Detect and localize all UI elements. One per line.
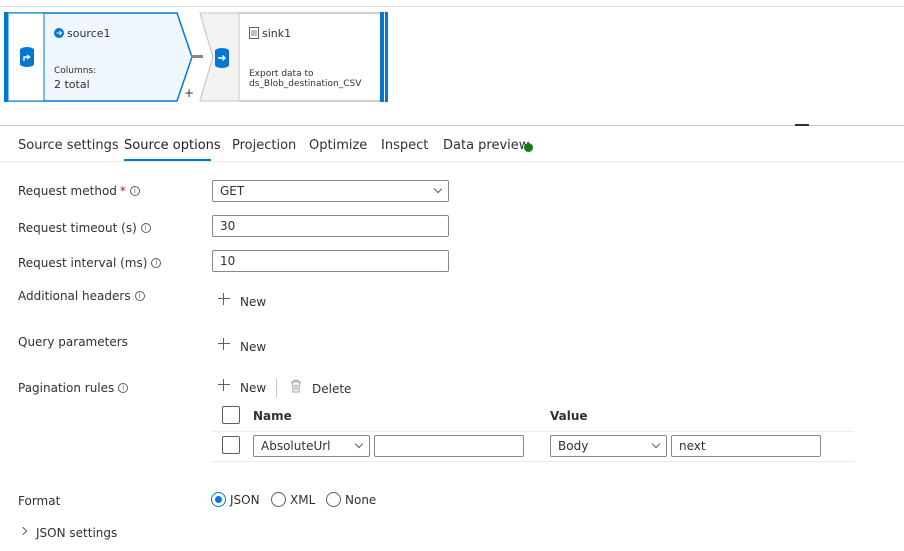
command-separator (276, 379, 277, 397)
info-icon[interactable]: i (151, 258, 162, 268)
database-source-icon (20, 47, 34, 67)
tab-projection[interactable]: Projection (232, 138, 296, 153)
tab-optimize[interactable]: Optimize (309, 138, 367, 153)
column-header-value: Value (550, 409, 588, 423)
row-checkbox[interactable] (222, 436, 240, 454)
source-node[interactable]: source1 Columns: 2 total (4, 12, 206, 102)
table-header-divider (212, 431, 854, 432)
source-node-title: source1 (67, 27, 111, 40)
format-xml-radio[interactable] (271, 492, 286, 507)
format-label: Format (18, 494, 61, 508)
tab-inspect[interactable]: Inspect (381, 138, 428, 153)
source-columns-label: Columns: (54, 66, 97, 76)
format-json-label: JSON (230, 493, 260, 507)
format-json-radio[interactable] (211, 492, 226, 507)
name-type-value: AbsoluteUrl (261, 439, 331, 453)
request-method-dropdown[interactable]: GET (212, 180, 449, 202)
request-interval-input[interactable] (212, 250, 449, 272)
info-icon[interactable]: i (140, 223, 151, 233)
name-value-input[interactable] (374, 435, 524, 457)
query-parameters-label: Query parameters (18, 335, 128, 349)
trash-icon (291, 380, 301, 393)
tabs-divider (0, 161, 904, 162)
database-sink-icon (215, 48, 229, 68)
chevron-down-icon (433, 184, 443, 194)
request-interval-label: Request interval (ms) i (18, 256, 162, 270)
pagination-rules-label: Pagination rules i (18, 381, 129, 395)
panel-resize-handle[interactable] (795, 124, 809, 126)
sink-description-line2: ds_Blob_destination_CSV (249, 79, 362, 89)
info-icon[interactable]: i (118, 383, 129, 393)
chevron-down-icon (354, 439, 364, 449)
request-timeout-label: Request timeout (s) i (18, 221, 151, 235)
canvas-divider (0, 125, 904, 126)
delete-pagination-rule-button[interactable]: Delete (290, 379, 351, 397)
request-timeout-input[interactable] (212, 215, 449, 237)
source-type-icon (54, 28, 64, 38)
add-query-parameter-button[interactable]: New (218, 338, 278, 356)
chevron-down-icon (651, 439, 661, 449)
json-settings-label: JSON settings (36, 526, 118, 540)
tab-source-settings[interactable]: Source settings (18, 138, 119, 153)
sink-node[interactable]: sink1 Export data to ds_Blob_destination… (199, 12, 388, 102)
tab-data-preview[interactable]: Data preview (443, 138, 529, 153)
request-method-label: Request method * i (18, 184, 140, 198)
source-columns-value: 2 total (54, 78, 90, 91)
chevron-right-icon (18, 526, 28, 536)
required-mark: * (119, 184, 126, 198)
plus-icon (218, 379, 230, 391)
plus-icon (218, 338, 230, 350)
plus-icon (218, 293, 230, 305)
table-row-divider (212, 461, 854, 462)
add-transformation-button[interactable]: + (184, 86, 194, 100)
json-settings-expander[interactable]: JSON settings (16, 522, 126, 542)
name-type-dropdown[interactable]: AbsoluteUrl (253, 435, 370, 457)
additional-headers-label: Additional headers i (18, 289, 145, 303)
format-xml-label: XML (290, 493, 316, 507)
value-type-dropdown[interactable]: Body (550, 435, 667, 457)
value-type-value: Body (558, 439, 589, 453)
info-icon[interactable]: i (134, 291, 145, 301)
column-header-name: Name (253, 409, 292, 423)
top-border (0, 6, 904, 7)
sink-node-title: sink1 (262, 27, 292, 40)
format-none-label: None (345, 493, 377, 507)
info-icon[interactable]: i (129, 186, 140, 196)
request-method-value: GET (220, 184, 245, 198)
add-pagination-rule-button[interactable]: New (218, 379, 268, 397)
select-all-checkbox[interactable] (222, 406, 240, 424)
add-header-button[interactable]: New (218, 293, 278, 311)
sink-type-icon (249, 27, 259, 39)
format-none-radio[interactable] (326, 492, 341, 507)
sink-description-line1: Export data to (249, 69, 314, 79)
tab-source-options[interactable]: Source options (124, 138, 221, 153)
value-input[interactable] (671, 435, 821, 457)
data-preview-status-dot (524, 143, 533, 152)
